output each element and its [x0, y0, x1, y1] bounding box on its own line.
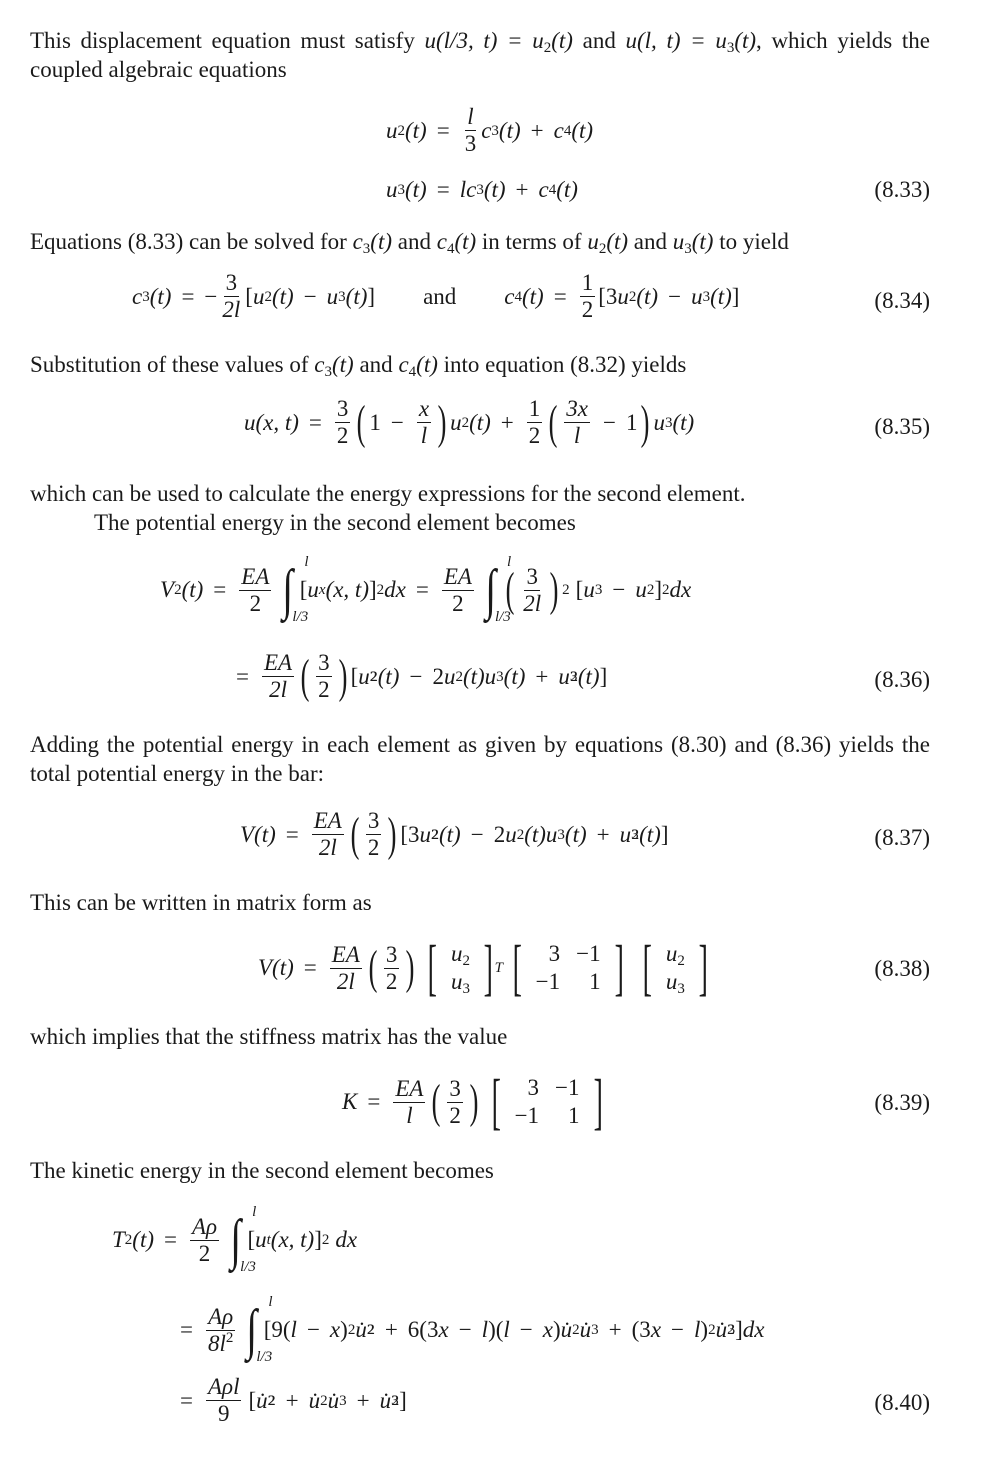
equation-number: (8.37) — [874, 825, 930, 850]
equation-8-33-line2: u 3 (t) = lc 3 (t) + c 4 (t) — [386, 177, 578, 202]
paragraph-matrix-form: This can be written in matrix form as — [30, 890, 372, 915]
equation-8-40-line3: = Aρl 9 [u̇ 2 2 + u̇ 2 u̇ 3 + u̇ 3 2] — [180, 1374, 407, 1426]
text: This displacement equation must satisfy — [30, 28, 425, 53]
stiffness-matrix-K: [ 3 −1 −1 1 ] — [491, 1068, 603, 1136]
equation-8-40-line1: T 2 (t) = Aρ 2 ∫ l l/3 [u t (x, t)] 2 dx — [112, 1204, 358, 1275]
paragraph-potential-energy: The potential energy in the second eleme… — [94, 510, 576, 535]
equation-8-36-line2: = EA 2l (3 2) [u 2 2 (t) −2 u 2 (t)u 3 (t) + u 3 2 (t)] — [236, 649, 608, 703]
equation-number: (8.33) — [874, 177, 930, 202]
equation-8-36-line1: V 2 (t) = EA 2 ∫ l l/3 [u x (x, t)] 2 dx = EA 2 ∫ l l/… — [160, 554, 692, 625]
math-inline: u(l, t) = u — [625, 28, 727, 53]
paragraph-energy-expressions: which can be used to calculate the energ… — [30, 481, 746, 506]
text: and — [572, 28, 626, 53]
equation-number: (8.38) — [874, 956, 930, 981]
paragraph-substitution: Substitution of these values of c3(t) an… — [30, 352, 687, 380]
equation-8-38: V(t) = EA 2l (3 2) [u2 u3] T [ 3 −1 −1 1 ] [u2 u… — [258, 934, 718, 1002]
stiffness-matrix: [ 3 −1 −1 1 ] — [512, 934, 624, 1002]
equation-8-34: c 3 (t) = − 3 2l [u 2 (t) − u 3 (t)] and c 4 (t) = 12 … — [132, 270, 740, 322]
equation-number: (8.34) — [874, 288, 930, 313]
paragraph-displacement-conditions: This displacement equation must satisfy … — [30, 28, 931, 82]
paragraph-kinetic-energy: The kinetic energy in the second element… — [30, 1158, 494, 1183]
math-inline: u(l/3, t) = u — [424, 28, 544, 53]
equation-8-39: K = EA l (3 2) [ 3 −1 −1 1 ] — [342, 1068, 612, 1136]
equation-number: (8.35) — [874, 414, 930, 439]
equation-8-35: u(x, t) = 32 (1− xl ) u 2 (t) + 12 (3x l −1) u 3… — [244, 395, 695, 449]
displacement-vector: [u2 u3] — [642, 934, 708, 1002]
paragraph-solve: Equations (8.33) can be solved for c3(t)… — [30, 229, 789, 257]
paragraph-stiffness: which implies that the stiffness matrix … — [30, 1024, 508, 1049]
equation-number: (8.40) — [874, 1390, 930, 1415]
equation-number: (8.36) — [874, 667, 930, 692]
equation-8-33-line1: u 2 (t) = l3 c 3 (t) + c 4 (t) — [386, 104, 594, 156]
equation-8-37: V(t) = EA 2l (3 2) [3 u 2 2 (t) −2 u 2 (t)u 3 (t) + u 3 2… — [240, 807, 669, 861]
equation-8-40-line2: = Aρ 8l2 ∫ l l/3 [9(l − x) 2 u̇ 2 2 +6(3 x − l)(l − x)… — [180, 1294, 765, 1365]
paragraph-adding-energy: Adding the potential energy in each elem… — [30, 732, 930, 786]
displacement-vector-transpose: [u2 u3] — [428, 934, 493, 1002]
equation-number: (8.39) — [874, 1090, 930, 1115]
